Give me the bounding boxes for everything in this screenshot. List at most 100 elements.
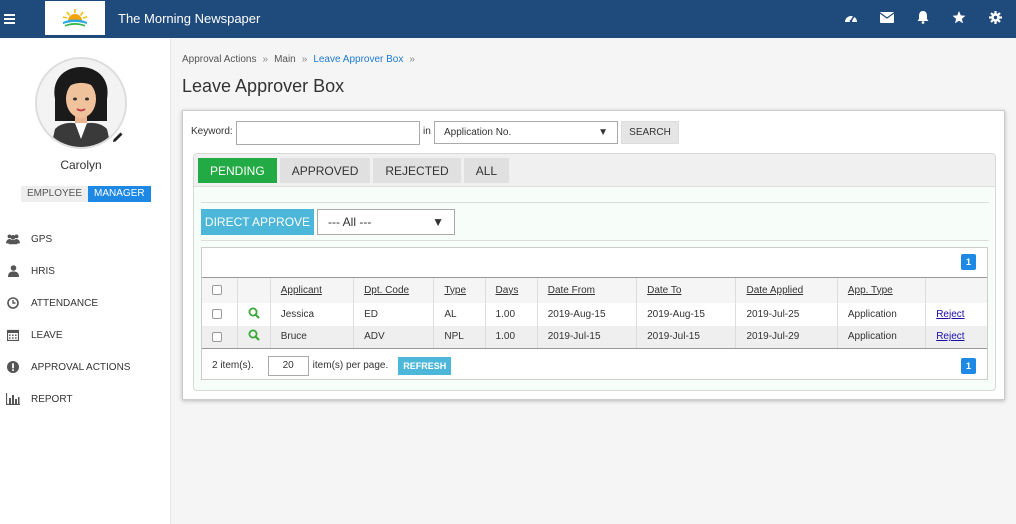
divider (201, 240, 989, 241)
type-cell: NPL (433, 325, 486, 349)
date-applied-cell: 2019-Jul-25 (735, 302, 838, 326)
column-header-app-type[interactable]: App. Type (836, 277, 926, 303)
exclamation-icon (6, 360, 20, 374)
calendar-icon (6, 328, 20, 342)
in-label: in (423, 126, 431, 137)
sidebar-item-attendance[interactable]: ATTENDANCE (0, 287, 171, 319)
applicant-cell: Bruce (269, 325, 354, 349)
user-name: Carolyn (60, 158, 102, 172)
days-cell: 1.00 (484, 325, 538, 349)
app-type-cell: Application (836, 302, 926, 326)
date-from-cell: 2019-Aug-15 (536, 302, 637, 326)
leave-table: Applicant Dpt. Code Type Days Date From … (202, 277, 987, 349)
applicant-cell: Jessica (269, 302, 354, 326)
sidebar-item-approval-actions[interactable]: APPROVAL ACTIONS (0, 351, 171, 383)
sidebar-item-label: GPS (31, 233, 53, 245)
bar-chart-icon (6, 392, 20, 406)
dashboard-icon[interactable] (844, 10, 858, 24)
sidebar-item-leave[interactable]: LEAVE (0, 319, 171, 351)
user-icon (6, 264, 20, 278)
role-manager-tab[interactable]: MANAGER (88, 186, 151, 202)
direct-approve-button[interactable]: DIRECT APPROVE (201, 209, 314, 235)
role-employee-tab[interactable]: EMPLOYEE (21, 186, 89, 202)
filter-select[interactable]: --- All --- ▼ (317, 209, 455, 235)
action-cell: Reject (925, 325, 987, 349)
per-page-input[interactable]: 20 (267, 355, 309, 376)
tab-all[interactable]: ALL (463, 158, 510, 183)
keyword-label: Keyword: (191, 126, 233, 137)
filter-value: --- All --- (328, 215, 372, 229)
app-logo[interactable] (45, 1, 105, 35)
breadcrumb-current[interactable]: Leave Approver Box (313, 54, 403, 65)
grid-footer: 2 item(s). 20 item(s) per page. REFRESH (202, 352, 987, 379)
row-checkbox[interactable] (212, 308, 222, 319)
breadcrumb: Approval Actions » Main » Leave Approver… (182, 54, 415, 65)
date-to-cell: 2019-Jul-15 (636, 325, 736, 349)
status-tabs-container: PENDING APPROVED REJECTED ALL DIRECT APP… (193, 153, 996, 391)
reject-link[interactable]: Reject (936, 331, 964, 342)
action-cell: Reject (925, 302, 987, 326)
sidebar-nav: GPS HRIS ATTENDANCE LEAVE APPROVAL ACTIO… (0, 223, 171, 415)
search-field-value: Application No. (444, 127, 512, 138)
approver-panel: Keyword: in Application No. ▼ SEARCH PEN… (182, 110, 1005, 400)
page-title: Leave Approver Box (182, 76, 345, 96)
page-button[interactable]: 1 (961, 254, 976, 270)
reject-link[interactable]: Reject (936, 309, 964, 320)
column-header-days[interactable]: Days (484, 277, 538, 303)
date-applied-cell: 2019-Jul-29 (735, 325, 838, 349)
envelope-icon[interactable] (880, 10, 894, 24)
magnifier-icon[interactable] (248, 307, 260, 319)
view-cell (236, 325, 271, 349)
page-button[interactable]: 1 (961, 358, 976, 374)
action-header (925, 277, 987, 303)
sidebar-item-gps[interactable]: GPS (0, 223, 171, 255)
dept-cell: ADV (353, 325, 434, 349)
leave-grid: 1 Applicant Dpt. Code Type Days Date Fro… (201, 247, 988, 380)
app-title: The Morning Newspaper (118, 11, 261, 26)
gear-icon[interactable] (988, 10, 1002, 24)
column-header-date-from[interactable]: Date From (536, 277, 637, 303)
row-checkbox[interactable] (212, 331, 222, 342)
tab-rejected[interactable]: REJECTED (373, 158, 461, 183)
keyword-input[interactable] (236, 121, 420, 145)
sidebar-item-label: REPORT (31, 393, 73, 405)
caret-down-icon: ▼ (432, 215, 444, 229)
role-switch: EMPLOYEE MANAGER (21, 186, 151, 202)
refresh-button[interactable]: REFRESH (398, 356, 452, 375)
app-type-cell: Application (836, 325, 926, 349)
search-button[interactable]: SEARCH (621, 121, 679, 144)
caret-down-icon: ▼ (598, 127, 608, 138)
sunrise-logo-icon (62, 9, 88, 27)
view-header (236, 277, 271, 303)
sidebar-item-label: LEAVE (31, 329, 63, 341)
tab-approved[interactable]: APPROVED (279, 158, 371, 183)
column-header-dept-code[interactable]: Dpt. Code (353, 277, 434, 303)
item-count: 2 item(s). (212, 360, 254, 371)
pencil-icon[interactable] (112, 131, 126, 145)
column-header-type[interactable]: Type (433, 277, 486, 303)
star-icon[interactable] (952, 10, 966, 24)
column-header-date-applied[interactable]: Date Applied (735, 277, 838, 303)
row-checkbox-cell (202, 303, 237, 326)
date-to-cell: 2019-Aug-15 (636, 302, 736, 326)
per-page-label: item(s) per page. (312, 360, 389, 371)
view-cell (236, 302, 271, 326)
menu-icon[interactable] (4, 14, 24, 24)
sidebar: Carolyn EMPLOYEE MANAGER GPS HRIS ATTEND… (0, 38, 171, 524)
sidebar-item-label: HRIS (31, 265, 55, 277)
sidebar-item-report[interactable]: REPORT (0, 383, 171, 415)
column-header-applicant[interactable]: Applicant (269, 277, 354, 303)
select-all-cell (202, 277, 238, 303)
status-tabs: PENDING APPROVED REJECTED ALL (194, 154, 995, 187)
chevron-right-icon: » (301, 54, 308, 65)
tab-pending[interactable]: PENDING (198, 158, 277, 183)
magnifier-icon[interactable] (248, 329, 260, 342)
breadcrumb-link-main[interactable]: Main (274, 54, 296, 65)
sidebar-item-hris[interactable]: HRIS (0, 255, 171, 287)
column-header-date-to[interactable]: Date To (636, 277, 736, 303)
select-all-checkbox[interactable] (212, 285, 222, 296)
bell-icon[interactable] (916, 10, 930, 24)
search-field-select[interactable]: Application No. ▼ (434, 121, 618, 144)
breadcrumb-link-approval-actions[interactable]: Approval Actions (182, 54, 257, 65)
row-checkbox-cell (202, 325, 238, 349)
